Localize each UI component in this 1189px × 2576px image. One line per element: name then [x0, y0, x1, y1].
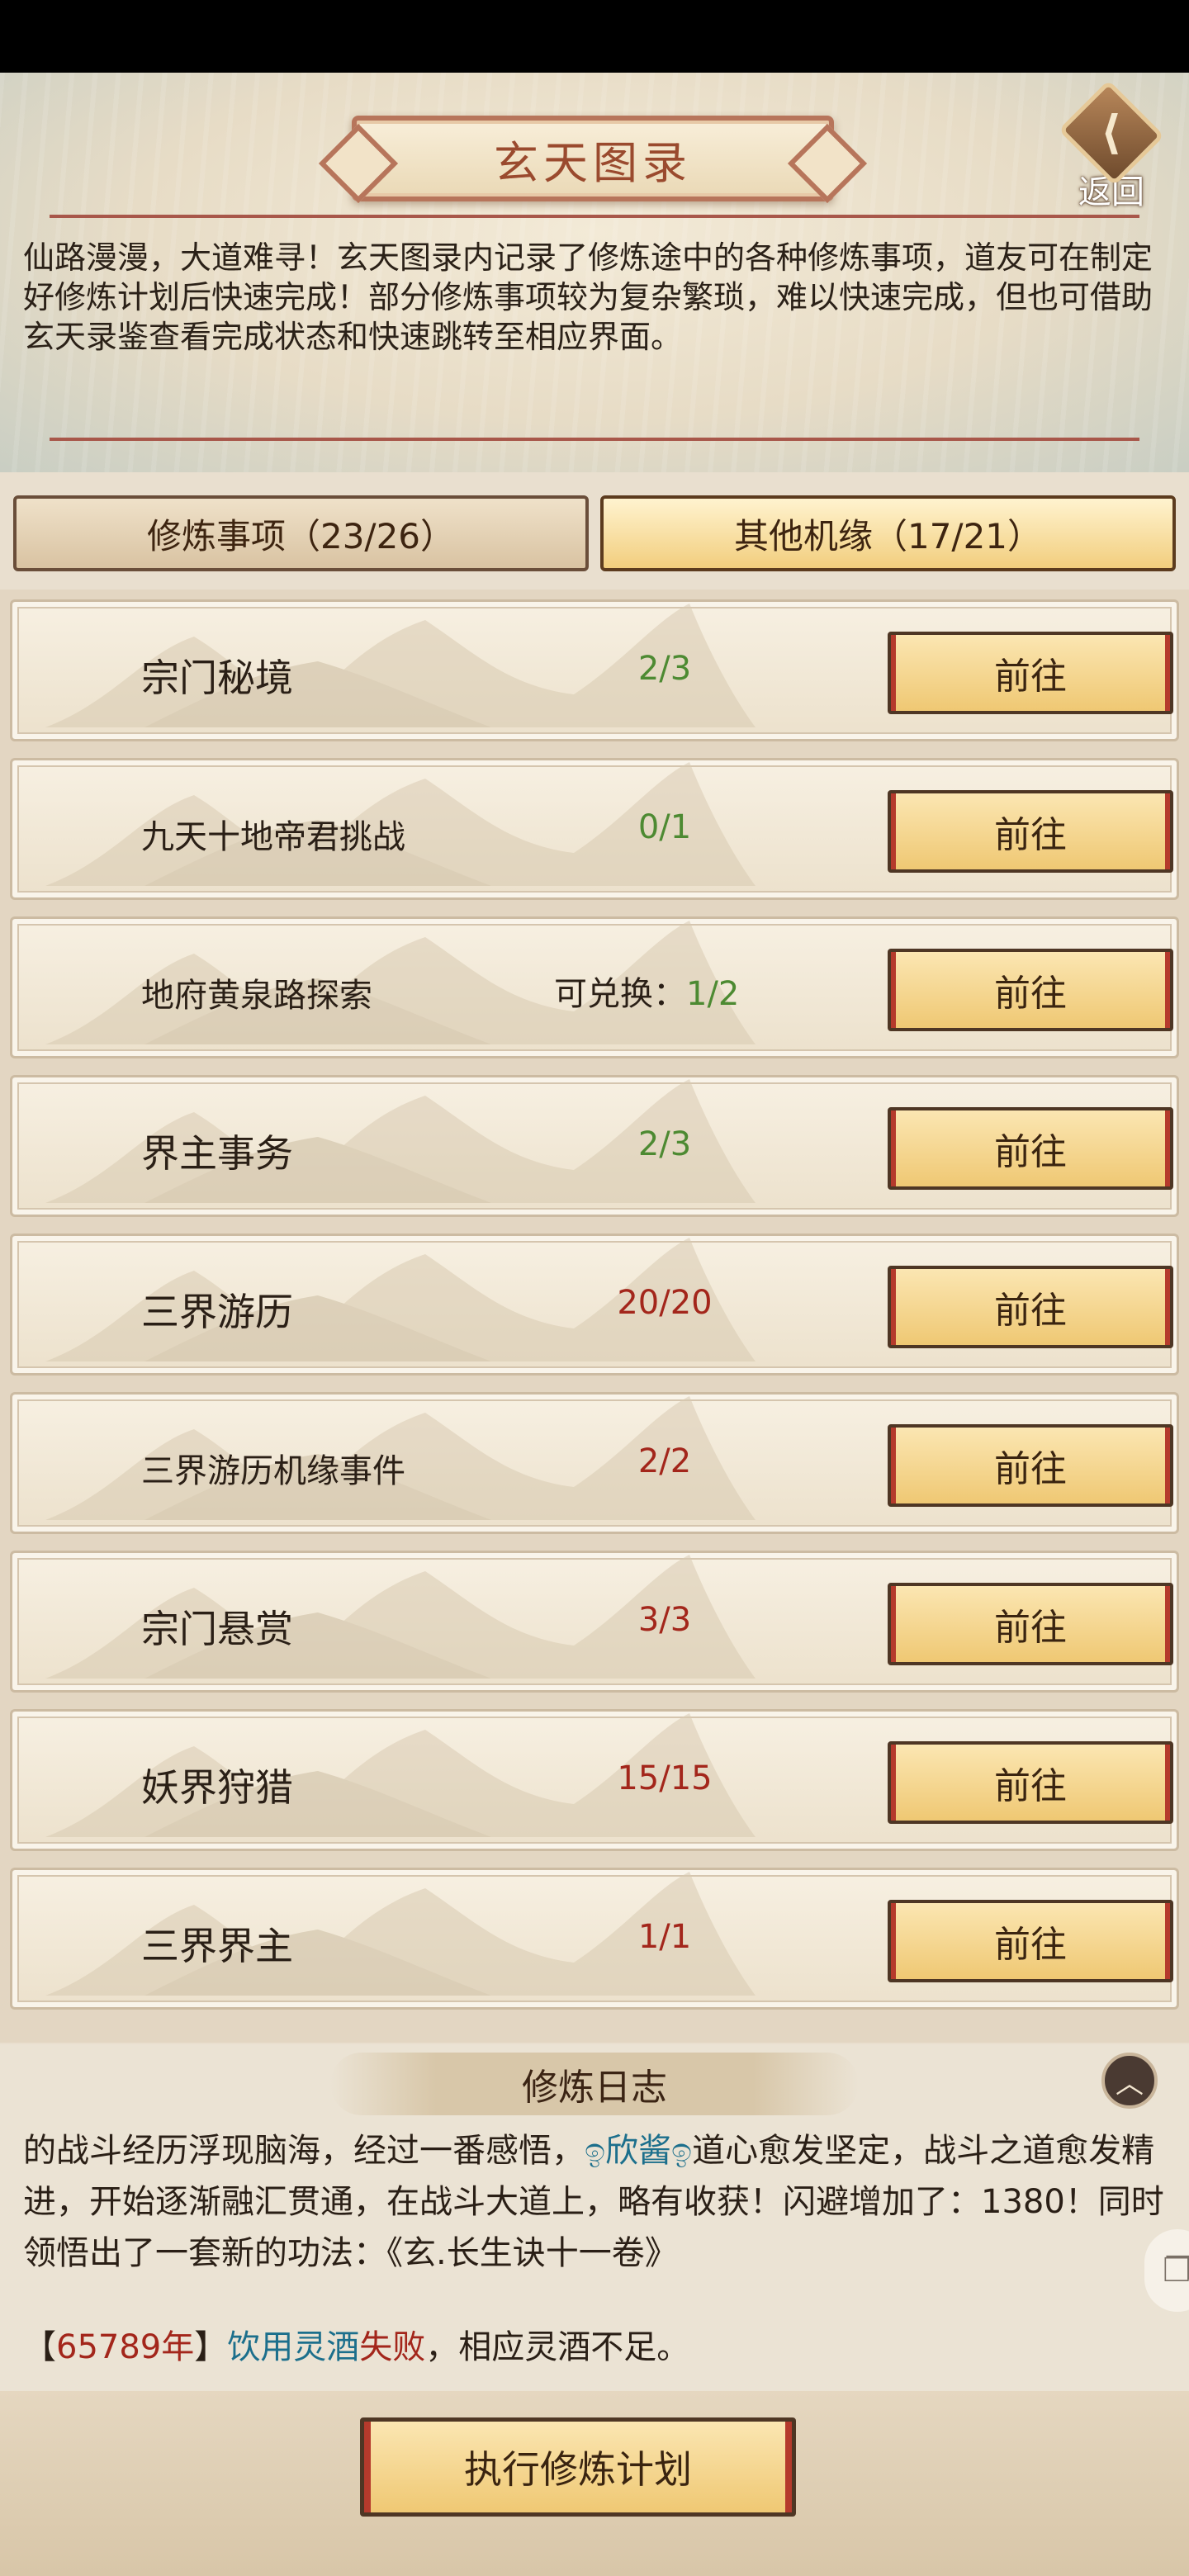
side-puzzle-icon[interactable]: ❐: [1144, 2229, 1189, 2312]
item-name: 地府黄泉路探索: [141, 977, 372, 1015]
list-item: 宗门秘境 2/3 前往: [10, 599, 1179, 741]
item-name: 九天十地帝君挑战: [141, 818, 405, 856]
header-divider-top: [50, 215, 1139, 218]
list-item: 九天十地帝君挑战 0/1 前往: [10, 758, 1179, 900]
item-progress: 3/3: [637, 1601, 692, 1639]
go-button[interactable]: 前往: [888, 1741, 1173, 1824]
list-item: 三界游历 20/20 前往: [10, 1234, 1179, 1376]
list-item: 妖界狩猎 15/15 前往: [10, 1709, 1179, 1851]
item-name: 三界游历机缘事件: [141, 1452, 405, 1490]
item-name: 三界界主: [141, 1924, 293, 1968]
go-button[interactable]: 前往: [888, 949, 1173, 1031]
item-name: 宗门秘境: [141, 656, 293, 700]
go-button[interactable]: 前往: [888, 1583, 1173, 1665]
back-button[interactable]: ⟨ 返回: [1054, 79, 1169, 213]
tab-bar: 修炼事项（23/26） 其他机缘（17/21）: [13, 495, 1176, 575]
item-name: 宗门悬赏: [141, 1607, 293, 1651]
item-progress: 1/1: [637, 1918, 692, 1956]
back-arrow-icon: ⟨: [1058, 79, 1165, 187]
list-item: 三界游历机缘事件 2/2 前往: [10, 1392, 1179, 1534]
log-panel: 修炼日志 ︿ 的战斗经历浮现脑海，经过一番感悟，ඉ欣酱ඉ道心愈发坚定，战斗之道愈…: [0, 2044, 1189, 2391]
player-name: ඉ欣酱ඉ: [585, 2132, 693, 2170]
title-plaque: 玄天图录: [352, 116, 834, 201]
status-bar: [0, 0, 1189, 73]
header-divider-bottom: [50, 438, 1139, 441]
tab-other-opportunities[interactable]: 其他机缘（17/21）: [600, 495, 1176, 571]
item-progress: 2/3: [637, 650, 692, 688]
log-entry-1: 的战斗经历浮现脑海，经过一番感悟，ඉ欣酱ඉ道心愈发坚定，战斗之道愈发精进，开始逐…: [23, 2132, 1164, 2272]
item-name: 界主事务: [141, 1131, 293, 1176]
item-exchange: 可兑换：1/2: [554, 975, 740, 1013]
go-button[interactable]: 前往: [888, 1107, 1173, 1190]
header: 玄天图录 ⟨ 返回 仙路漫漫，大道难寻！玄天图录内记录了修炼途中的各种修炼事项，…: [0, 73, 1189, 472]
log-title: 修炼日志: [522, 2067, 667, 2109]
log-title-bar: 修炼日志: [330, 2053, 859, 2115]
execute-plan-button[interactable]: 执行修炼计划: [360, 2417, 796, 2517]
item-progress: 20/20: [617, 1284, 713, 1322]
go-button[interactable]: 前往: [888, 790, 1173, 873]
page-title: 玄天图录: [494, 136, 692, 189]
list-item: 宗门悬赏 3/3 前往: [10, 1551, 1179, 1693]
item-name: 三界游历: [141, 1290, 293, 1334]
go-button[interactable]: 前往: [888, 632, 1173, 714]
go-button[interactable]: 前往: [888, 1424, 1173, 1507]
collapse-icon[interactable]: ︿: [1101, 2053, 1158, 2109]
list-item: 地府黄泉路探索 可兑换：1/2 前往: [10, 916, 1179, 1058]
intro-text: 仙路漫漫，大道难寻！玄天图录内记录了修炼途中的各种修炼事项，道友可在制定好修炼计…: [23, 239, 1153, 355]
item-progress: 15/15: [617, 1759, 713, 1797]
item-name: 妖界狩猎: [141, 1765, 293, 1810]
list-item: 三界界主 1/1 前往: [10, 1868, 1179, 2010]
go-button[interactable]: 前往: [888, 1900, 1173, 1982]
list-item: 界主事务 2/3 前往: [10, 1075, 1179, 1217]
bottom-bar: 执行修炼计划: [0, 2391, 1189, 2576]
item-list[interactable]: 宗门秘境 2/3 前往 九天十地帝君挑战 0/1 前往 地府黄泉路探索 可兑换：1/2 前往 界主…: [0, 590, 1189, 2043]
tab-cultivation-items[interactable]: 修炼事项（23/26）: [13, 495, 589, 571]
log-year: 65789年: [56, 2328, 195, 2366]
item-progress: 2/2: [637, 1442, 692, 1480]
go-button[interactable]: 前往: [888, 1266, 1173, 1348]
item-progress: 2/3: [637, 1125, 692, 1163]
item-progress: 0/1: [637, 808, 692, 846]
log-entry-2: 【65789年】饮用灵酒失败，相应灵酒不足。: [23, 2328, 690, 2366]
